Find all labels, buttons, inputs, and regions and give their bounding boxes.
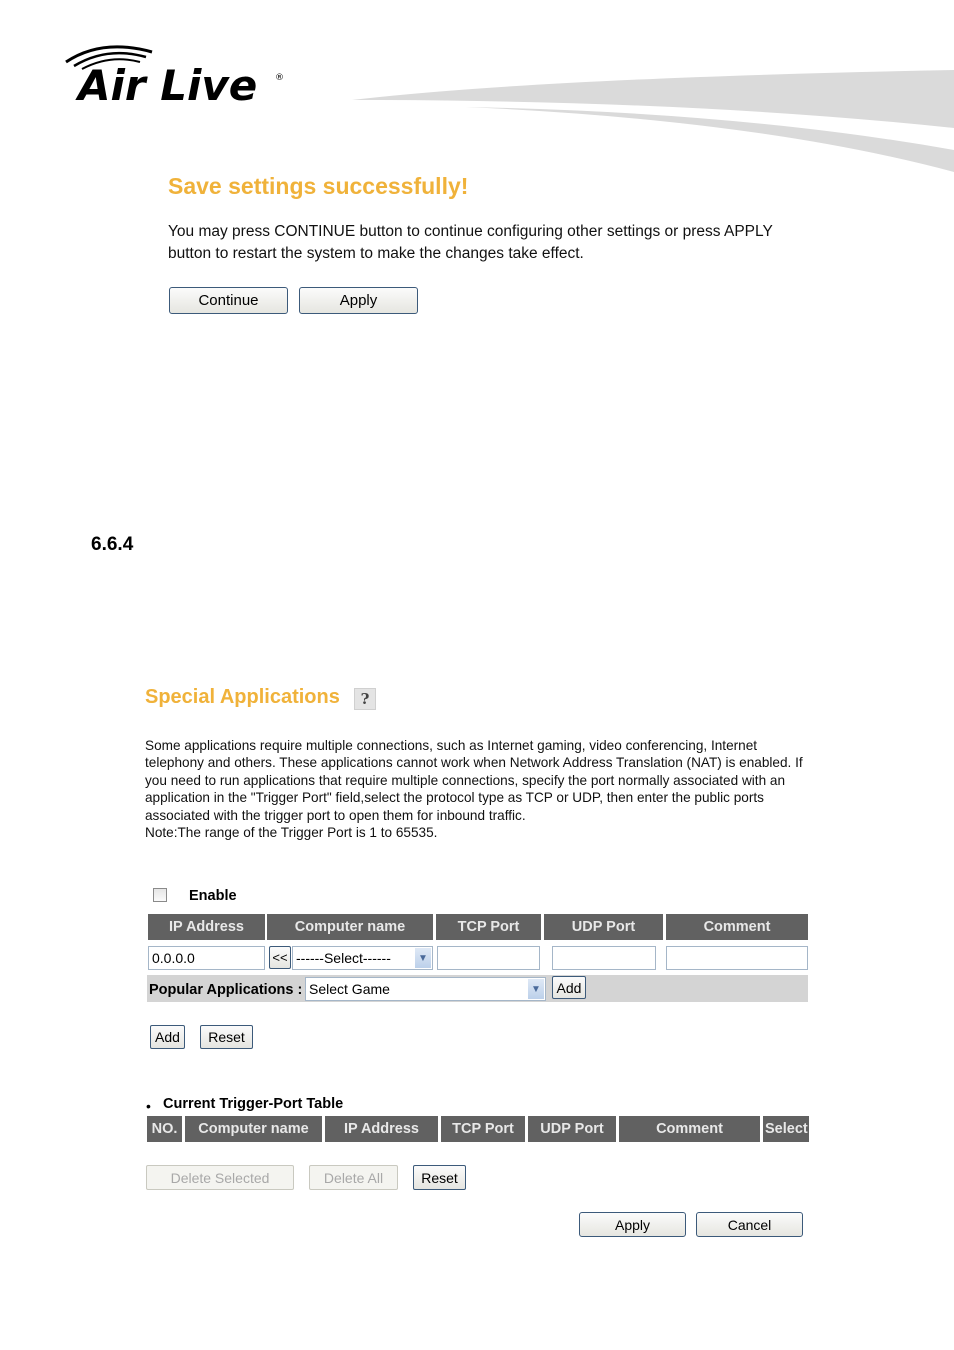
logo-graphic: Air Live ® <box>65 45 284 110</box>
save-success-title: Save settings successfully! <box>168 173 469 199</box>
description-text: Some applications require multiple conne… <box>145 738 803 823</box>
comment-input[interactable] <box>666 946 808 970</box>
chevron-down-icon[interactable]: ▼ <box>415 948 431 968</box>
registered-mark: ® <box>275 73 284 83</box>
trigger-column-computer-name: Computer name <box>185 1116 322 1142</box>
enable-label: Enable <box>189 888 237 904</box>
trigger-port-note: Note:The range of the Trigger Port is 1 … <box>145 825 438 841</box>
popular-applications-select[interactable]: Select Game ▼ <box>305 977 546 1001</box>
trigger-column-comment: Comment <box>619 1116 760 1142</box>
apply-restart-button[interactable]: Apply <box>299 287 418 314</box>
column-header-comment: Comment <box>666 914 808 940</box>
add-button[interactable]: Add <box>150 1025 185 1049</box>
tcp-port-input[interactable] <box>437 946 540 970</box>
popular-applications-label: Popular Applications : <box>149 982 303 998</box>
copy-computer-ip-button[interactable]: << <box>269 946 291 969</box>
special-applications-description: Some applications require multiple conne… <box>145 737 805 841</box>
column-header-ip-address: IP Address <box>148 914 265 940</box>
trigger-column-no: NO. <box>147 1116 182 1142</box>
enable-checkbox[interactable] <box>153 888 167 902</box>
trigger-column-ip-address: IP Address <box>325 1116 438 1142</box>
chevron-down-icon[interactable]: ▼ <box>528 979 544 999</box>
udp-port-input[interactable] <box>552 946 656 970</box>
column-header-computer-name: Computer name <box>267 914 433 940</box>
continue-button[interactable]: Continue <box>169 287 288 314</box>
save-success-message: You may press CONTINUE button to continu… <box>168 223 773 262</box>
header-swoosh <box>340 60 954 180</box>
help-icon[interactable]: ? <box>354 688 376 710</box>
popular-applications-select-value: Select Game <box>309 981 390 997</box>
trigger-column-select: Select <box>763 1116 809 1142</box>
delete-all-button[interactable]: Delete All <box>309 1165 398 1190</box>
section-number: 6.6.4 <box>91 534 134 555</box>
apply-button[interactable]: Apply <box>579 1212 686 1237</box>
popular-add-button[interactable]: Add <box>552 976 586 999</box>
delete-selected-button[interactable]: Delete Selected <box>146 1165 294 1190</box>
trigger-column-udp-port: UDP Port <box>528 1116 616 1142</box>
bullet-icon: • <box>146 1098 151 1114</box>
trigger-column-tcp-port: TCP Port <box>441 1116 525 1142</box>
reset-table-button[interactable]: Reset <box>413 1165 466 1190</box>
cancel-button[interactable]: Cancel <box>696 1212 803 1237</box>
column-header-udp-port: UDP Port <box>544 914 663 940</box>
ip-address-input[interactable]: 0.0.0.0 <box>148 946 265 970</box>
computer-name-select[interactable]: ------Select------ ▼ <box>292 946 433 970</box>
trigger-port-table-title: Current Trigger-Port Table <box>163 1096 344 1112</box>
reset-input-button[interactable]: Reset <box>200 1025 253 1049</box>
computer-name-select-value: ------Select------ <box>296 950 391 966</box>
airlive-logo: Air Live ® <box>62 40 292 110</box>
logo-text: Air Live <box>75 61 257 110</box>
column-header-tcp-port: TCP Port <box>436 914 541 940</box>
special-applications-title: Special Applications <box>145 686 340 708</box>
